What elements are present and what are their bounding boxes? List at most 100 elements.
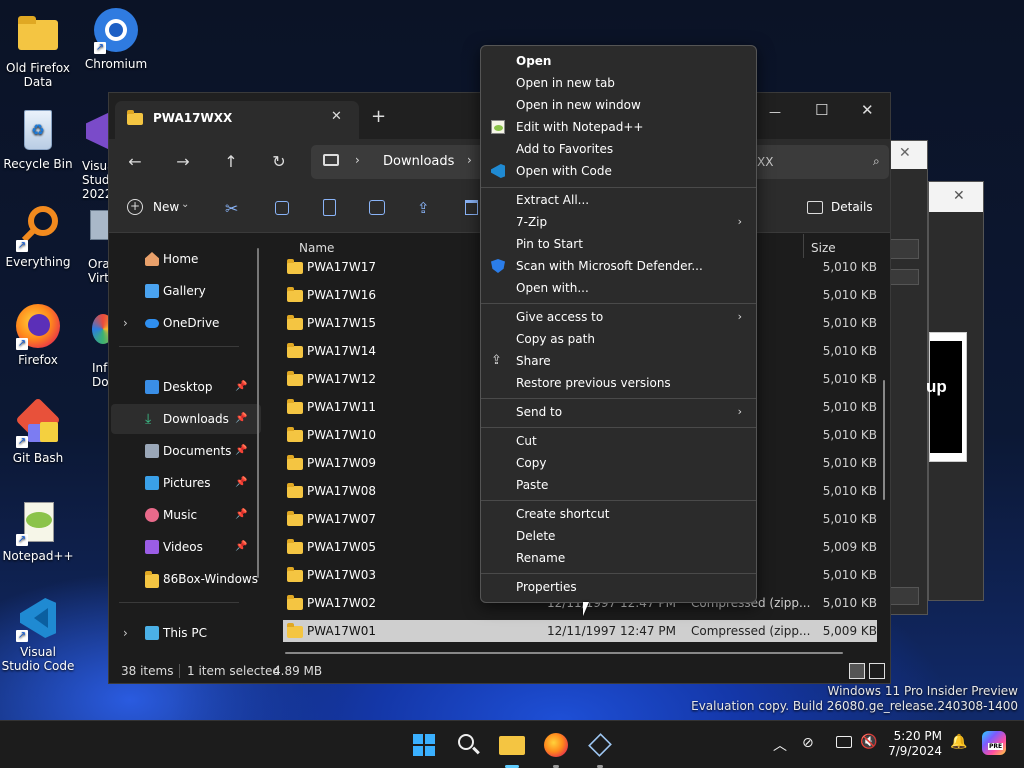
desktop-icon-old-firefox-data[interactable]: Old Firefox Data xyxy=(0,10,76,89)
delete-icon[interactable] xyxy=(465,200,478,215)
menu-item-restore-versions[interactable]: Restore previous versions xyxy=(485,372,752,394)
breadcrumb-downloads[interactable]: Downloads xyxy=(383,154,454,169)
maximize-button[interactable]: ☐ xyxy=(815,101,828,119)
desktop-icon-visual-studio[interactable]: Visual Studio 2022 xyxy=(66,108,110,201)
copy-icon[interactable] xyxy=(275,201,289,215)
share-icon: ⇪ xyxy=(491,353,502,368)
menu-item-send-to[interactable]: Send to › xyxy=(485,401,752,423)
taskbar-firefox[interactable] xyxy=(542,731,570,768)
share-icon[interactable]: ⇪ xyxy=(417,199,430,217)
desktop-icon-firefox[interactable]: ↗ Firefox xyxy=(0,302,76,367)
desktop-icon-everything[interactable]: ↗ Everything xyxy=(0,204,76,269)
network-icon[interactable]: ⊘ xyxy=(802,735,814,751)
show-hidden-icons-chevron[interactable]: ︿ xyxy=(773,735,787,755)
desktop-icon-notepad-plus-plus[interactable]: ↗ Notepad++ xyxy=(0,498,76,563)
pin-icon[interactable]: 📌 xyxy=(235,532,247,562)
search-button[interactable] xyxy=(454,731,482,759)
menu-item-delete[interactable]: Delete xyxy=(485,525,752,547)
menu-item-share[interactable]: ⇪ Share xyxy=(485,350,752,372)
refresh-icon[interactable]: ↻ xyxy=(269,153,289,171)
menu-item-open-new-tab[interactable]: Open in new tab xyxy=(485,72,752,94)
pin-icon[interactable]: 📌 xyxy=(235,372,247,402)
menu-item-open-new-window[interactable]: Open in new window xyxy=(485,94,752,116)
notepad-plus-plus-icon xyxy=(491,120,505,134)
menu-item-open-with-code[interactable]: Open with Code xyxy=(485,160,752,182)
sidebar-item-desktop[interactable]: Desktop 📌 xyxy=(111,372,261,402)
file-row-selected[interactable]: PWA17W01 12/11/1997 12:47 PM Compressed (z… xyxy=(283,620,877,642)
new-tab-button[interactable]: + xyxy=(371,106,386,127)
explorer-tab[interactable]: PWA17WXX ✕ xyxy=(115,101,359,139)
background-window[interactable]: ✕ up xyxy=(926,181,984,601)
menu-item-cut[interactable]: Cut xyxy=(485,430,752,452)
sidebar-item-86box-windows[interactable]: 86Box-Windows xyxy=(111,564,261,594)
desktop-icon-vscode[interactable]: ↗ Visual Studio Code xyxy=(0,594,76,673)
desktop-icon-recycle-bin[interactable]: ♻ Recycle Bin xyxy=(0,106,76,171)
notification-bell-icon[interactable]: 🔔 xyxy=(950,734,967,750)
menu-item-extract-all[interactable]: Extract All... xyxy=(485,189,752,211)
menu-item-scan-defender[interactable]: Scan with Microsoft Defender... xyxy=(485,255,752,277)
cut-icon[interactable]: ✂ xyxy=(225,199,238,218)
zip-folder-icon xyxy=(287,623,303,638)
desktop-icon-chromium[interactable]: ↗ Chromium xyxy=(78,6,154,71)
menu-item-pin-to-start[interactable]: Pin to Start xyxy=(485,233,752,255)
horizontal-scrollbar[interactable] xyxy=(285,652,843,654)
details-button[interactable]: Details xyxy=(805,197,879,221)
pin-icon[interactable]: 📌 xyxy=(235,500,247,530)
menu-item-copy[interactable]: Copy xyxy=(485,452,752,474)
back-arrow-icon[interactable]: ← xyxy=(125,153,145,171)
pin-icon[interactable]: 📌 xyxy=(235,468,247,498)
up-arrow-icon[interactable]: ↑ xyxy=(221,153,241,171)
sidebar-item-gallery[interactable]: Gallery xyxy=(111,276,261,306)
rename-icon[interactable] xyxy=(369,200,385,215)
menu-item-add-to-favorites[interactable]: Add to Favorites xyxy=(485,138,752,160)
desktop-icon-inf[interactable]: Inf Do xyxy=(66,310,110,389)
sidebar-item-home[interactable]: Home xyxy=(111,244,261,274)
close-icon[interactable]: ✕ xyxy=(899,145,911,161)
forward-arrow-icon[interactable]: → xyxy=(173,153,193,171)
menu-item-properties[interactable]: Properties xyxy=(485,576,752,598)
details-view-button[interactable] xyxy=(849,663,865,679)
sidebar-item-this-pc[interactable]: › This PC xyxy=(111,618,261,648)
menu-item-copy-as-path[interactable]: Copy as path xyxy=(485,328,752,350)
sidebar-item-downloads[interactable]: ⤓ Downloads 📌 xyxy=(111,404,261,434)
menu-item-edit-notepad-plus-plus[interactable]: Edit with Notepad++ xyxy=(485,116,752,138)
display-icon[interactable] xyxy=(836,736,852,748)
paste-icon[interactable] xyxy=(323,199,336,216)
sidebar-item-pictures[interactable]: Pictures 📌 xyxy=(111,468,261,498)
close-icon[interactable]: ✕ xyxy=(953,188,965,204)
menu-item-open[interactable]: Open xyxy=(485,50,752,72)
menu-item-give-access[interactable]: Give access to › xyxy=(485,306,752,328)
sidebar-scrollbar[interactable] xyxy=(257,248,259,578)
desktop-icon-git-bash[interactable]: ↗ Git Bash xyxy=(0,397,76,465)
close-window-button[interactable]: ✕ xyxy=(861,101,874,119)
desktop-icon-oracle-vm[interactable]: Ora Virt xyxy=(66,206,110,285)
menu-item-rename[interactable]: Rename xyxy=(485,547,752,569)
taskbar-virtualbox[interactable] xyxy=(586,731,614,768)
menu-item-7-zip[interactable]: 7-Zip › xyxy=(485,211,752,233)
sidebar-item-videos[interactable]: Videos 📌 xyxy=(111,532,261,562)
menu-item-create-shortcut[interactable]: Create shortcut xyxy=(485,503,752,525)
copilot-button[interactable]: PRE xyxy=(982,731,1006,755)
sidebar-item-documents[interactable]: Documents 📌 xyxy=(111,436,261,466)
column-header-size[interactable]: Size xyxy=(811,241,836,255)
sidebar-item-onedrive[interactable]: › OneDrive xyxy=(111,308,261,338)
new-button[interactable]: + New ⌄ xyxy=(121,197,201,221)
start-button[interactable] xyxy=(410,731,438,759)
column-header-name[interactable]: Name xyxy=(299,241,334,255)
clock[interactable]: 5:20 PM 7/9/2024 xyxy=(888,729,942,759)
tiles-view-button[interactable] xyxy=(869,663,885,679)
sidebar-item-music[interactable]: Music 📌 xyxy=(111,500,261,530)
taskbar-file-explorer[interactable] xyxy=(498,731,526,768)
menu-item-open-with[interactable]: Open with... xyxy=(485,277,752,299)
close-tab-button[interactable]: ✕ xyxy=(331,109,342,124)
minimize-button[interactable]: — xyxy=(769,105,781,119)
menu-item-label: Scan with Microsoft Defender... xyxy=(516,259,703,273)
desktop-icon-label: Recycle Bin xyxy=(3,157,73,171)
menu-item-paste[interactable]: Paste xyxy=(485,474,752,496)
pin-icon[interactable]: 📌 xyxy=(235,404,247,434)
volume-mute-icon[interactable]: 🔇 xyxy=(860,734,877,750)
pin-icon[interactable]: 📌 xyxy=(235,436,247,466)
desktop-icon-label: Everything xyxy=(5,255,71,269)
zip-folder-icon xyxy=(287,371,303,386)
vertical-scrollbar[interactable] xyxy=(883,380,885,500)
